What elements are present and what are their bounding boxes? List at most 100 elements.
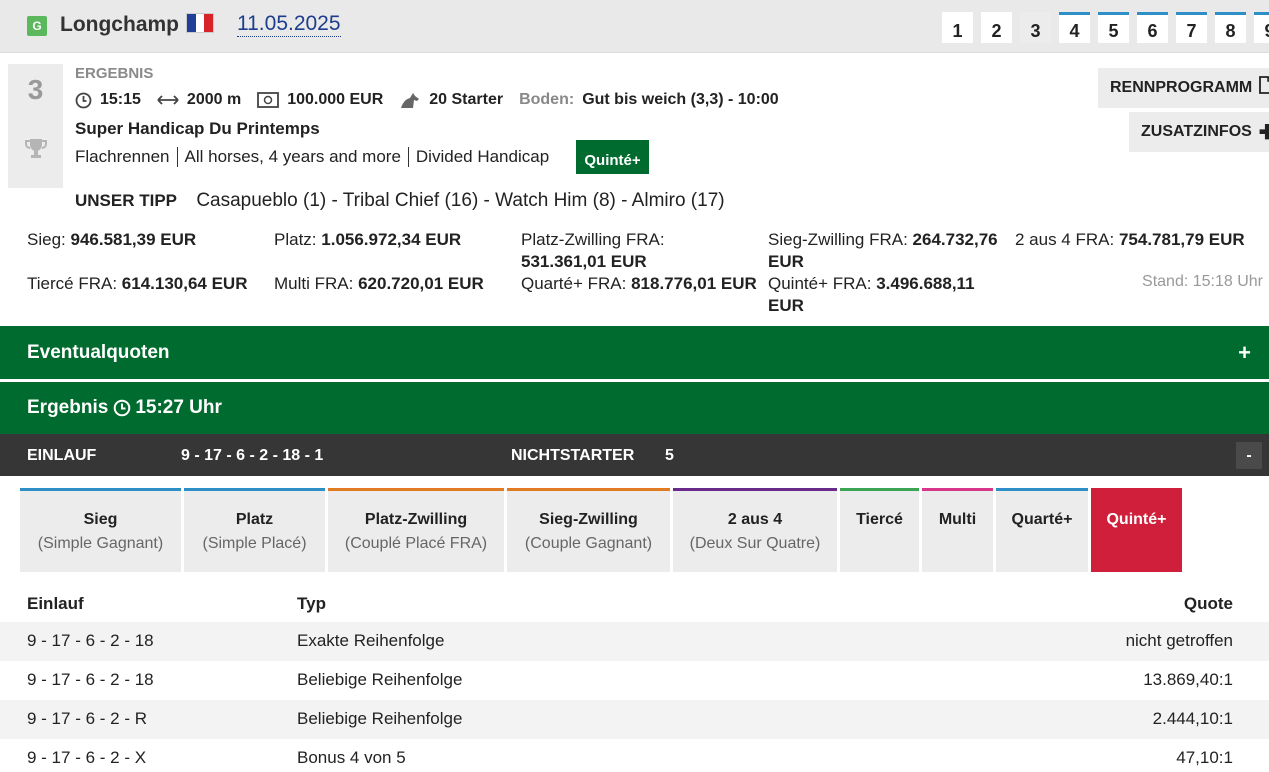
pool-quinte: Quinté+ FRA: 3.496.688,11 EUR: [768, 273, 1008, 317]
tipp-value: Casapueblo (1) - Tribal Chief (16) - Wat…: [196, 190, 725, 211]
row-quote: 13.869,40:1: [1143, 670, 1233, 689]
tab-label: Multi: [938, 511, 977, 528]
pool-sieg: Sieg: 946.581,39 EUR: [27, 229, 196, 251]
race-attributes: Flachrennen All horses, 4 years and more…: [75, 147, 556, 167]
race-distance: 2000 m: [186, 91, 242, 108]
tipp-row: UNSER TIPP Casapueblo (1) - Tribal Chief…: [75, 190, 725, 212]
nichtstarter-label: NICHTSTARTER: [511, 447, 635, 464]
pool-value: 818.776,01 EUR: [631, 274, 757, 293]
eventualquoten-bar[interactable]: Eventualquoten +: [0, 326, 1269, 379]
col-quote: Quote: [1183, 594, 1233, 613]
ergebnis-time: 15:27 Uhr: [135, 397, 222, 418]
pool-label: Platz-Zwilling FRA:: [521, 230, 665, 249]
pool-label: 2 aus 4 FRA:: [1015, 230, 1115, 249]
results-table: Einlauf Typ Quote 9 - 17 - 6 - 2 - 18 Ex…: [0, 585, 1269, 772]
tab-sieg-zwilling[interactable]: Sieg-Zwilling (Couple Gagnant): [507, 488, 670, 572]
race-tab-6[interactable]: 6: [1137, 12, 1168, 43]
race-tab-7[interactable]: 7: [1176, 12, 1207, 43]
race-tab-9[interactable]: 9: [1254, 12, 1269, 43]
plus-icon: ✚: [1258, 121, 1269, 144]
distance-icon: [157, 94, 179, 106]
race-tab-4[interactable]: 4: [1059, 12, 1090, 43]
row-typ: Bonus 4 von 5: [297, 748, 406, 767]
ergebnis-title: Ergebnis: [27, 397, 109, 418]
collapse-button[interactable]: -: [1236, 442, 1262, 469]
tab-label: Quinté+: [1106, 511, 1167, 528]
clock-icon: [75, 92, 92, 109]
tab-quarte[interactable]: Quarté+: [996, 488, 1088, 572]
pool-multi: Multi FRA: 620.720,01 EUR: [274, 273, 484, 295]
row-quote: 47,10:1: [1176, 748, 1233, 767]
einlauf-value: 9 - 17 - 6 - 2 - 18 - 1: [181, 447, 324, 464]
tab-sublabel: (Deux Sur Quatre): [689, 535, 821, 552]
tab-sublabel: (Simple Gagnant): [37, 535, 164, 552]
trophy-icon: [25, 139, 47, 158]
race-tab-3[interactable]: 3: [1020, 12, 1051, 43]
race-number: 3: [27, 74, 44, 105]
einlauf-bar: EINLAUF 9 - 17 - 6 - 2 - 18 - 1 NICHTSTA…: [0, 434, 1269, 476]
zusatzinfos-button[interactable]: ZUSATZINFOS ✚: [1129, 112, 1269, 152]
tipp-label: UNSER TIPP: [75, 191, 178, 210]
tab-platz-zwilling[interactable]: Platz-Zwilling (Couplé Placé FRA): [328, 488, 504, 572]
table-header: Einlauf Typ Quote: [0, 585, 1269, 622]
pool-platz-zwilling: Platz-Zwilling FRA: 531.361,01 EUR: [521, 229, 761, 273]
row-quote: nicht getroffen: [1125, 631, 1233, 650]
document-icon: [1259, 76, 1269, 100]
table-row: 9 - 17 - 6 - 2 - R Beliebige Reihenfolge…: [0, 700, 1269, 739]
date-link[interactable]: 11.05.2025: [237, 12, 341, 37]
einlauf-label: EINLAUF: [27, 447, 97, 464]
tab-sieg[interactable]: Sieg (Simple Gagnant): [20, 488, 181, 572]
tab-sublabel: (Couple Gagnant): [524, 535, 653, 552]
tab-multi[interactable]: Multi: [922, 488, 993, 572]
pool-label: Multi FRA:: [274, 274, 354, 293]
pool-label: Tiercé FRA:: [27, 274, 118, 293]
rennprogramm-label: RENNPROGRAMM: [1110, 79, 1253, 96]
race-prize: 100.000 EUR: [287, 91, 384, 108]
tab-2aus4[interactable]: 2 aus 4 (Deux Sur Quatre): [673, 488, 837, 572]
row-einlauf: 9 - 17 - 6 - 2 - X: [27, 748, 147, 767]
race-attr: Flachrennen: [75, 147, 170, 166]
expand-icon[interactable]: +: [1238, 340, 1251, 366]
table-row: 9 - 17 - 6 - 2 - X Bonus 4 von 5 47,10:1: [0, 739, 1269, 772]
pool-label: Sieg:: [27, 230, 66, 249]
race-meta: 15:15 2000 m 100.000 EUR 20 Starter Bode…: [75, 91, 795, 109]
horse-icon: [399, 91, 421, 109]
race-attr: All horses, 4 years and more: [176, 147, 408, 167]
race-starters: 20 Starter: [429, 91, 504, 108]
nichtstarter-value: 5: [665, 447, 674, 464]
tab-quinte[interactable]: Quinté+: [1091, 488, 1182, 572]
race-tabs: 1 2 3 4 5 6 7 8 9: [942, 12, 1269, 43]
pool-label: Quinté+ FRA:: [768, 274, 872, 293]
eventualquoten-title: Eventualquoten: [27, 342, 170, 363]
tab-tierce[interactable]: Tiercé: [840, 488, 919, 572]
tab-label: Tiercé: [856, 511, 903, 528]
race-tab-1[interactable]: 1: [942, 12, 973, 43]
pool-2aus4: 2 aus 4 FRA: 754.781,79 EUR: [1015, 229, 1265, 251]
table-row: 9 - 17 - 6 - 2 - 18 Beliebige Reihenfolg…: [0, 661, 1269, 700]
pool-value: 754.781,79 EUR: [1118, 230, 1245, 249]
row-typ: Beliebige Reihenfolge: [297, 670, 463, 689]
pool-label: Platz:: [274, 230, 317, 249]
top-bar: G Longchamp 11.05.2025 1 2 3 4 5 6 7 8 9: [0, 0, 1269, 53]
clock-icon: [114, 399, 131, 417]
row-quote: 2.444,10:1: [1152, 709, 1233, 728]
ergebnis-bar: Ergebnis 15:27 Uhr: [0, 382, 1269, 434]
pool-timestamp: Stand: 15:18 Uhr: [1142, 273, 1263, 290]
tab-label: Platz-Zwilling: [364, 511, 468, 528]
money-icon: [257, 92, 280, 108]
pool-value: 1.056.972,34 EUR: [321, 230, 462, 249]
rennprogramm-button[interactable]: RENNPROGRAMM: [1098, 68, 1269, 108]
quinte-badge: Quinté+: [576, 140, 649, 174]
tab-platz[interactable]: Platz (Simple Placé): [184, 488, 325, 572]
race-tab-2[interactable]: 2: [981, 12, 1012, 43]
table-row: 9 - 17 - 6 - 2 - 18 Exakte Reihenfolge n…: [0, 622, 1269, 661]
race-tab-8[interactable]: 8: [1215, 12, 1246, 43]
race-time: 15:15: [100, 91, 141, 108]
tab-label: Platz: [235, 511, 274, 528]
pool-quarte: Quarté+ FRA: 818.776,01 EUR: [521, 273, 757, 295]
pool-value: 946.581,39 EUR: [70, 230, 197, 249]
bet-type-tabs: Sieg (Simple Gagnant) Platz (Simple Plac…: [20, 488, 1185, 572]
race-tab-5[interactable]: 5: [1098, 12, 1129, 43]
row-einlauf: 9 - 17 - 6 - 2 - R: [27, 709, 147, 728]
race-status: ERGEBNIS: [75, 65, 154, 82]
